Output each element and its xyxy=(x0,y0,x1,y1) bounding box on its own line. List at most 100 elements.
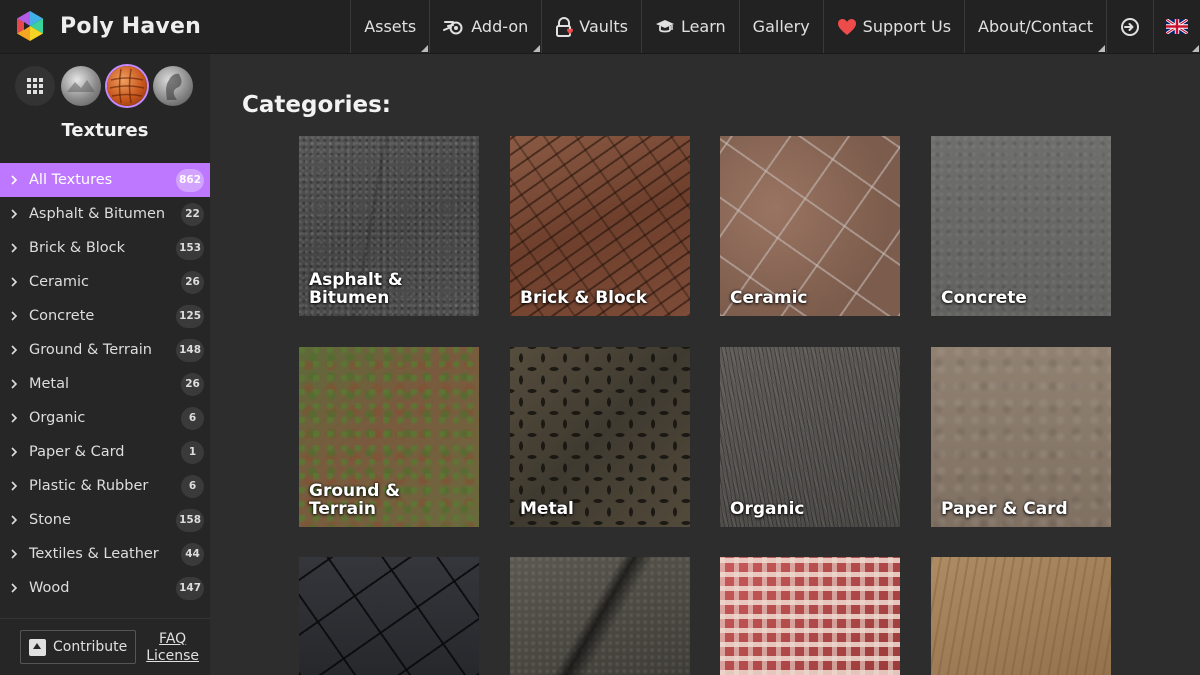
category-plastic-rubber[interactable]: Plastic & Rubber 6 xyxy=(0,469,210,503)
category-tile-plastic[interactable] xyxy=(299,557,479,675)
category-tile-concrete[interactable]: Concrete xyxy=(931,136,1111,316)
upload-icon xyxy=(29,638,46,656)
nav-vaults[interactable]: Vaults xyxy=(541,0,641,53)
category-tile-organic[interactable]: Organic xyxy=(720,347,900,527)
chevron-right-icon xyxy=(11,209,18,219)
nav-support[interactable]: Support Us xyxy=(822,0,964,53)
category-tile-wood[interactable] xyxy=(931,557,1111,675)
category-label: Stone xyxy=(29,512,71,528)
category-count: 26 xyxy=(181,270,204,294)
category-label: Plastic & Rubber xyxy=(29,478,149,494)
category-paper-card[interactable]: Paper & Card 1 xyxy=(0,435,210,469)
category-label: Brick & Block xyxy=(29,240,126,256)
category-tile-brick[interactable]: Brick & Block xyxy=(510,136,690,316)
contribute-label: Contribute xyxy=(53,639,128,655)
nav-vaults-label: Vaults xyxy=(579,17,628,36)
tile-label: Asphalt & Bitumen xyxy=(309,270,403,309)
asset-type-switch xyxy=(0,54,210,106)
category-count: 862 xyxy=(176,168,204,192)
footer-links: FAQ License xyxy=(146,631,199,664)
nav-about[interactable]: About/Contact xyxy=(964,0,1106,53)
brand-name: Poly Haven xyxy=(60,14,201,39)
graduation-cap-icon xyxy=(655,19,674,32)
chevron-right-icon xyxy=(11,243,18,253)
category-tile-ceramic[interactable]: Ceramic xyxy=(720,136,900,316)
tile-label: Metal xyxy=(520,499,574,520)
category-tile-asphalt[interactable]: Asphalt & Bitumen xyxy=(299,136,479,316)
category-tile-ground[interactable]: Ground & Terrain xyxy=(299,347,479,527)
category-count: 125 xyxy=(176,304,204,328)
main-content: Categories: Asphalt & Bitumen Brick & Bl… xyxy=(210,54,1200,675)
category-tile-stone[interactable] xyxy=(510,557,690,675)
grid-icon xyxy=(27,78,43,94)
category-count: 6 xyxy=(181,474,204,498)
poly-haven-logo-icon xyxy=(17,10,43,41)
contribute-button[interactable]: Contribute xyxy=(20,630,137,664)
hdris-button[interactable] xyxy=(61,66,101,106)
category-textiles-leather[interactable]: Textiles & Leather 44 xyxy=(0,537,210,571)
nav-assets[interactable]: Assets xyxy=(350,0,429,53)
category-count: 153 xyxy=(176,236,204,260)
category-label: Ground & Terrain xyxy=(29,342,152,358)
category-metal[interactable]: Metal 26 xyxy=(0,367,210,401)
chevron-right-icon xyxy=(11,175,18,185)
category-ceramic[interactable]: Ceramic 26 xyxy=(0,265,210,299)
login-icon xyxy=(1121,17,1139,36)
category-wood[interactable]: Wood 147 xyxy=(0,571,210,605)
nav-learn-label: Learn xyxy=(680,17,726,36)
category-tile-metal[interactable]: Metal xyxy=(510,347,690,527)
tile-label: Paper & Card xyxy=(941,499,1068,520)
language-selector[interactable] xyxy=(1153,0,1200,53)
chevron-right-icon xyxy=(11,583,18,593)
category-count: 148 xyxy=(176,338,204,362)
category-organic[interactable]: Organic 6 xyxy=(0,401,210,435)
sidebar: Textures All Textures 862 Asphalt & Bitu… xyxy=(0,54,210,675)
category-count: 26 xyxy=(181,372,204,396)
category-label: Textiles & Leather xyxy=(29,546,159,562)
nav-addon[interactable]: Add-on xyxy=(429,0,541,53)
sidebar-title: Textures xyxy=(61,120,149,141)
category-concrete[interactable]: Concrete 125 xyxy=(0,299,210,333)
category-all-textures[interactable]: All Textures 862 xyxy=(0,163,210,197)
category-count: 1 xyxy=(181,440,204,464)
category-list: All Textures 862 Asphalt & Bitumen 22 Br… xyxy=(0,163,210,605)
category-label: Organic xyxy=(29,410,86,426)
category-stone[interactable]: Stone 158 xyxy=(0,503,210,537)
categories-heading: Categories: xyxy=(242,92,391,118)
category-count: 22 xyxy=(181,202,204,226)
category-label: Concrete xyxy=(29,308,95,324)
category-asphalt-bitumen[interactable]: Asphalt & Bitumen 22 xyxy=(0,197,210,231)
tile-label: Concrete xyxy=(941,288,1027,309)
category-count: 44 xyxy=(181,542,204,566)
category-label: Asphalt & Bitumen xyxy=(29,206,166,222)
chevron-right-icon xyxy=(11,345,18,355)
category-tile-paper[interactable]: Paper & Card xyxy=(931,347,1111,527)
nav-gallery[interactable]: Gallery xyxy=(738,0,823,53)
chevron-right-icon xyxy=(11,447,18,457)
category-label: Ceramic xyxy=(29,274,90,290)
textures-button[interactable] xyxy=(107,66,147,106)
nav-learn[interactable]: Learn xyxy=(640,0,739,53)
tile-label: Brick & Block xyxy=(520,288,648,309)
all-assets-button[interactable] xyxy=(15,66,55,106)
chevron-right-icon xyxy=(11,413,18,423)
tile-label: Ceramic xyxy=(730,288,808,309)
category-label: All Textures xyxy=(29,172,113,188)
chevron-right-icon xyxy=(11,277,18,287)
brand[interactable]: Poly Haven xyxy=(0,0,350,53)
login-button[interactable] xyxy=(1106,0,1153,53)
models-button[interactable] xyxy=(153,66,193,106)
blender-icon xyxy=(443,20,463,34)
category-brick-block[interactable]: Brick & Block 153 xyxy=(0,231,210,265)
category-count: 147 xyxy=(176,576,204,600)
tile-label: Organic xyxy=(730,499,805,520)
chevron-right-icon xyxy=(11,379,18,389)
sidebar-footer: Contribute FAQ License xyxy=(0,618,210,675)
category-ground-terrain[interactable]: Ground & Terrain 148 xyxy=(0,333,210,367)
chevron-right-icon xyxy=(11,481,18,491)
license-link[interactable]: License xyxy=(146,648,199,664)
chevron-right-icon xyxy=(11,515,18,525)
heart-icon xyxy=(837,18,856,35)
faq-link[interactable]: FAQ xyxy=(159,631,186,647)
category-tile-textile[interactable] xyxy=(720,557,900,675)
